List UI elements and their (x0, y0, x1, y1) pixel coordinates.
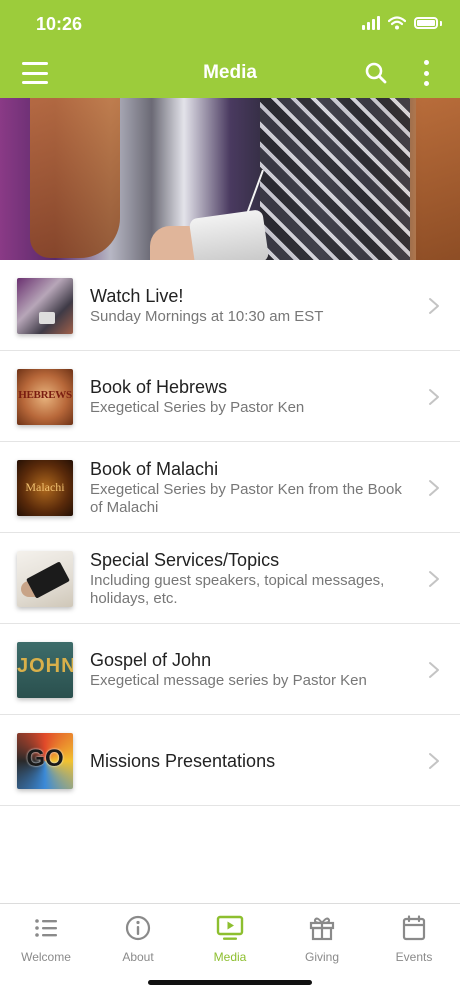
tab-label: Events (395, 950, 433, 964)
banner-hair-shape (30, 98, 120, 258)
missions-thumbnail: GO (17, 733, 73, 789)
thumbnail-text: HEBREWS (18, 389, 72, 401)
app-header: Media (0, 48, 460, 98)
tab-label: Welcome (21, 950, 71, 964)
list-item-title: Missions Presentations (90, 750, 276, 771)
banner-phone-shape (188, 209, 270, 260)
special-services-thumbnail (17, 551, 73, 607)
tab-label: About (122, 950, 154, 964)
list-item-title: Gospel of John (90, 650, 212, 670)
home-indicator[interactable] (148, 980, 312, 985)
play-screen-icon (216, 915, 244, 940)
banner-hair-shape-right (416, 98, 460, 260)
list-item-subtitle: Sunday Mornings at 10:30 am EST (90, 308, 324, 325)
info-icon (125, 915, 151, 941)
hebrews-thumbnail: HEBREWS (17, 369, 73, 425)
battery-icon (414, 17, 438, 29)
list-item-book-of-hebrews[interactable]: HEBREWS Book of Hebrews Exegetical Serie… (0, 351, 460, 442)
more-vertical-icon[interactable] (418, 60, 434, 86)
list-item-special-services[interactable]: Special Services/Topics Including guest … (0, 533, 460, 624)
cellular-signal-icon (362, 16, 380, 30)
status-bar: 10:26 (0, 0, 460, 48)
thumbnail-text: Malachi (25, 480, 65, 494)
list-item-subtitle: Exegetical Series by Pastor Ken from the… (90, 481, 402, 516)
tab-media[interactable]: Media (184, 912, 276, 964)
list-item-book-of-malachi[interactable]: Malachi Book of Malachi Exegetical Serie… (0, 442, 460, 533)
status-icons (362, 16, 442, 30)
list-item-subtitle: Including guest speakers, topical messag… (90, 572, 385, 607)
chevron-right-icon (429, 662, 439, 678)
list-item-text: Watch Live! Sunday Mornings at 10:30 am … (90, 260, 412, 351)
john-thumbnail: JOHN (17, 642, 73, 698)
banner-image (0, 98, 460, 260)
list-item-text: Missions Presentations (90, 715, 412, 806)
list-item-subtitle: Exegetical Series by Pastor Ken (90, 399, 305, 416)
tab-welcome[interactable]: Welcome (0, 912, 92, 964)
list-item-title: Watch Live! (90, 286, 184, 306)
list-item-text: Special Services/Topics Including guest … (90, 533, 412, 624)
gift-icon (309, 917, 335, 941)
thumbnail-text: GO (26, 745, 64, 772)
calendar-icon (402, 915, 426, 941)
chevron-right-icon (429, 753, 439, 769)
list-item-title: Special Services/Topics (90, 550, 280, 570)
search-icon[interactable] (364, 61, 388, 85)
list-item-text: Book of Hebrews Exegetical Series by Pas… (90, 351, 412, 442)
tab-label: Giving (304, 950, 339, 964)
malachi-thumbnail: Malachi (17, 460, 73, 516)
page-title: Media (203, 62, 257, 83)
banner-jacket-shape (260, 98, 410, 260)
status-time: 10:26 (36, 14, 83, 34)
list-item-text: Gospel of John Exegetical message series… (90, 624, 412, 715)
list-icon (35, 919, 57, 937)
chevron-right-icon (429, 389, 439, 405)
list-item-title: Book of Malachi (90, 459, 219, 479)
tab-events[interactable]: Events (368, 912, 460, 964)
thumbnail-text: JOHN (17, 655, 73, 677)
media-list: Watch Live! Sunday Mornings at 10:30 am … (0, 260, 460, 806)
wifi-icon (388, 16, 406, 30)
chevron-right-icon (429, 298, 439, 314)
chevron-right-icon (429, 571, 439, 587)
list-item-title: Book of Hebrews (90, 377, 228, 397)
watch-live-thumbnail (17, 278, 73, 334)
tab-label: Media (213, 950, 247, 964)
list-item-missions-presentations[interactable]: GO Missions Presentations (0, 715, 460, 806)
tab-about[interactable]: About (92, 912, 184, 964)
list-item-text: Book of Malachi Exegetical Series by Pas… (90, 442, 412, 533)
list-item-gospel-of-john[interactable]: JOHN Gospel of John Exegetical message s… (0, 624, 460, 715)
chevron-right-icon (429, 480, 439, 496)
tab-giving[interactable]: Giving (276, 912, 368, 964)
list-item-subtitle: Exegetical message series by Pastor Ken (90, 672, 367, 689)
battery-tip (440, 20, 442, 26)
list-item-watch-live[interactable]: Watch Live! Sunday Mornings at 10:30 am … (0, 260, 460, 351)
